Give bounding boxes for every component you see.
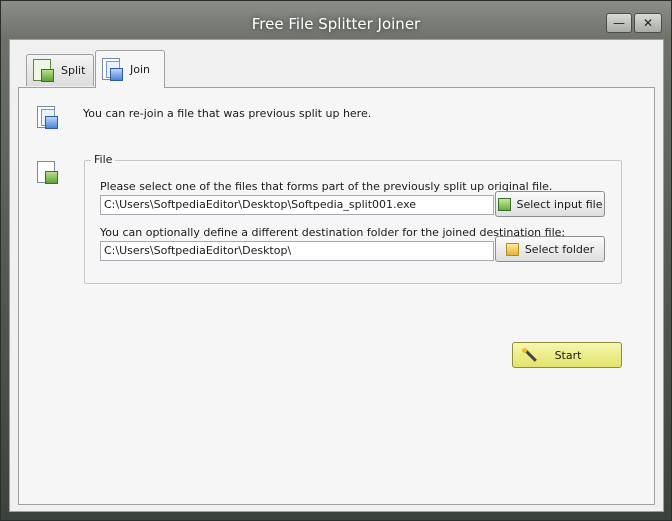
minimize-button[interactable]: — — [606, 13, 632, 33]
file-icon — [37, 161, 59, 185]
file-group-title: File — [91, 153, 116, 166]
split-icon — [33, 58, 55, 83]
app-window: Free File Splitter Joiner — ✕ Split Join — [0, 0, 672, 521]
input-file-label: Please select one of the files that form… — [100, 180, 553, 193]
join-panel: You can re-join a file that was previous… — [18, 87, 655, 505]
window-title: Free File Splitter Joiner — [251, 15, 421, 33]
start-label: Start — [554, 348, 582, 362]
file-groupbox: File Please select one of the files that… — [84, 153, 622, 284]
select-folder-button[interactable]: Select folder — [495, 236, 605, 262]
select-input-file-label: Select input file — [516, 197, 603, 211]
select-input-file-button[interactable]: Select input file — [495, 191, 605, 217]
tab-join-label: Join — [130, 63, 151, 76]
title-bar[interactable]: Free File Splitter Joiner — ✕ — [1, 1, 671, 41]
tab-join[interactable]: Join — [95, 50, 165, 88]
join-description: You can re-join a file that was previous… — [83, 107, 372, 120]
tab-split-label: Split — [61, 64, 86, 77]
folder-icon — [505, 242, 519, 256]
close-button[interactable]: ✕ — [634, 13, 662, 33]
join-header-icon — [37, 106, 59, 130]
destination-folder-field[interactable]: C:\Users\SoftpediaEditor\Desktop\ — [100, 241, 494, 261]
input-file-icon — [497, 197, 511, 211]
tab-split[interactable]: Split — [26, 54, 94, 86]
client-area: Split Join You can re-join a file that w… — [9, 39, 664, 512]
select-folder-label: Select folder — [524, 242, 595, 256]
magic-wand-icon — [521, 347, 537, 363]
start-button[interactable]: Start — [512, 342, 622, 368]
input-file-field[interactable]: C:\Users\SoftpediaEditor\Desktop\Softped… — [100, 195, 494, 215]
join-icon — [102, 57, 124, 82]
